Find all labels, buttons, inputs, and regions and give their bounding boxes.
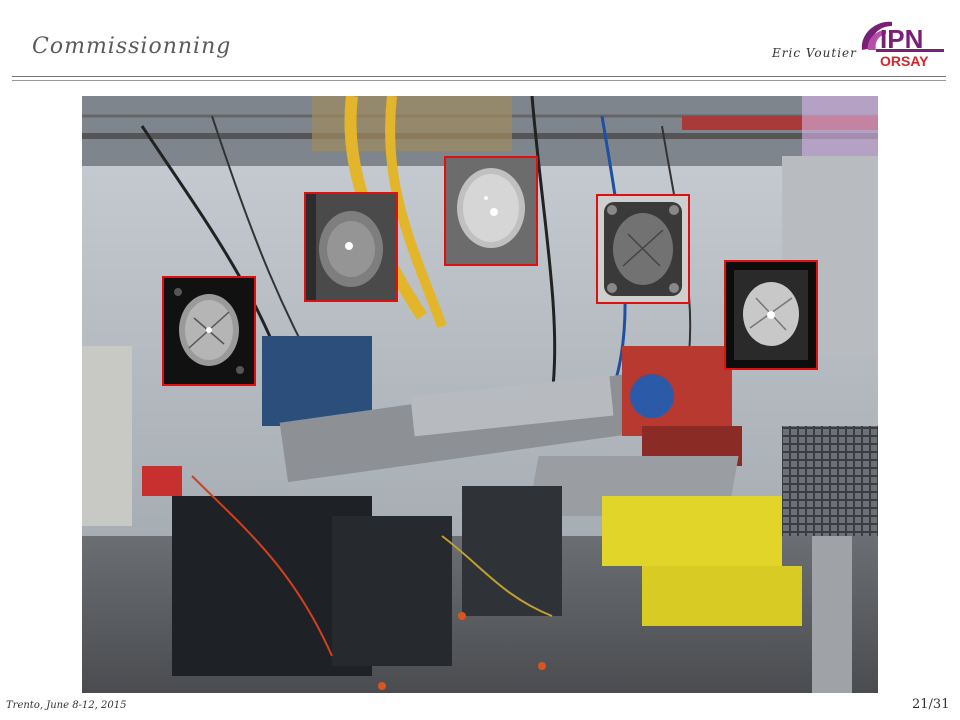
beam-spot-image-3 (444, 156, 538, 266)
experiment-photo (82, 96, 878, 693)
header-rule (12, 76, 946, 77)
footer-conference: Trento, June 8-12, 2015 (6, 700, 127, 711)
page-number: 21/31 (912, 697, 950, 712)
beam-spot-image-4 (596, 194, 690, 304)
ipn-orsay-logo: IPN ORSAY (856, 16, 948, 72)
author-name: Eric Voutier (772, 46, 857, 60)
beam-spot-image-5 (724, 260, 818, 370)
beam-spot-image-1 (162, 276, 256, 386)
header-rule-secondary (12, 80, 946, 81)
slide-title: Commissionning (32, 34, 232, 59)
logo-text-ipn: IPN (880, 24, 923, 54)
logo-text-orsay: ORSAY (880, 53, 929, 69)
beam-spot-image-2 (304, 192, 398, 302)
